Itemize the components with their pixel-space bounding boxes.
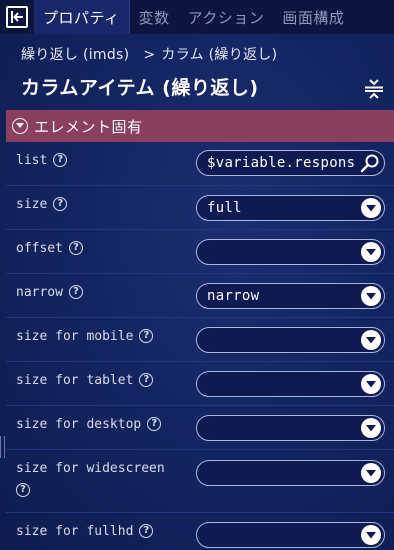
help-icon[interactable]: ? bbox=[147, 416, 162, 431]
chevron-down-icon bbox=[361, 198, 381, 218]
breadcrumb-parent[interactable]: 繰り返し (imds) bbox=[21, 47, 129, 63]
help-icon[interactable]: ? bbox=[16, 482, 30, 497]
properties-panel: プロパティ 変数 アクション 画面構成 繰り返し (imds) > カラム (繰り返… bbox=[0, 0, 394, 550]
section-title: エレメント固有 bbox=[34, 117, 143, 136]
tab-properties[interactable]: プロパティ bbox=[34, 0, 130, 34]
chevron-down-icon bbox=[361, 418, 381, 438]
property-row-size-for-widescreen: size for widescreen? bbox=[6, 450, 394, 513]
collapse-all-icon[interactable] bbox=[364, 78, 384, 100]
property-label: size for widescreen? bbox=[16, 461, 165, 497]
size-for-mobile-select[interactable] bbox=[196, 327, 385, 353]
help-icon[interactable]: ? bbox=[139, 328, 154, 343]
property-row-list: list? $variable.respons bbox=[6, 142, 394, 186]
size-for-widescreen-select[interactable] bbox=[196, 460, 385, 486]
breadcrumb: 繰り返し (imds) > カラム (繰り返し) bbox=[21, 44, 277, 64]
help-icon[interactable]: ? bbox=[139, 523, 154, 538]
property-label: size for mobile? bbox=[16, 326, 154, 348]
chevron-down-icon bbox=[361, 374, 381, 394]
property-list: list? $variable.respons size? full offse… bbox=[6, 142, 394, 550]
property-row-size-for-tablet: size for tablet? bbox=[6, 362, 394, 406]
panel-header: 繰り返し (imds) > カラム (繰り返し) カラムアイテム (繰り返し) bbox=[0, 34, 394, 109]
size-for-fullhd-select[interactable] bbox=[196, 522, 385, 548]
property-row-narrow: narrow? narrow bbox=[6, 274, 394, 318]
field-value: full bbox=[207, 200, 242, 216]
property-label: size for fullhd? bbox=[16, 521, 154, 543]
tab-bar: プロパティ 変数 アクション 画面構成 bbox=[0, 0, 394, 34]
page-title: カラムアイテム (繰り返し) bbox=[21, 77, 259, 99]
chevron-down-icon bbox=[361, 463, 381, 483]
property-label: list? bbox=[16, 150, 68, 172]
property-row-offset: offset? bbox=[6, 230, 394, 274]
chevron-down-icon bbox=[361, 525, 381, 545]
size-select[interactable]: full bbox=[196, 195, 385, 221]
property-row-size: size? full bbox=[6, 186, 394, 230]
tab-actions[interactable]: アクション bbox=[179, 0, 274, 34]
size-for-desktop-select[interactable] bbox=[196, 415, 385, 441]
property-row-size-for-fullhd: size for fullhd? bbox=[6, 513, 394, 550]
property-label: size for desktop? bbox=[16, 414, 162, 436]
help-icon[interactable]: ? bbox=[68, 284, 83, 299]
breadcrumb-current: カラム (繰り返し) bbox=[161, 47, 278, 63]
tab-variables[interactable]: 変数 bbox=[130, 0, 179, 34]
resize-handle[interactable] bbox=[0, 436, 5, 458]
tab-screen-structure[interactable]: 画面構成 bbox=[273, 0, 353, 34]
back-button[interactable] bbox=[0, 0, 34, 34]
property-label: size? bbox=[16, 194, 68, 216]
chevron-down-icon bbox=[12, 118, 28, 134]
panel-back-icon bbox=[6, 6, 28, 28]
property-label: offset? bbox=[16, 238, 83, 260]
chevron-down-icon bbox=[361, 286, 381, 306]
property-row-size-for-desktop: size for desktop? bbox=[6, 406, 394, 450]
breadcrumb-separator: > bbox=[143, 47, 156, 63]
list-input[interactable]: $variable.respons bbox=[196, 150, 385, 176]
size-for-tablet-select[interactable] bbox=[196, 371, 385, 397]
help-icon[interactable]: ? bbox=[53, 196, 68, 211]
property-label: narrow? bbox=[16, 282, 83, 304]
field-value: narrow bbox=[207, 288, 260, 304]
section-header-element-specific[interactable]: エレメント固有 bbox=[6, 110, 394, 142]
offset-select[interactable] bbox=[196, 239, 385, 265]
help-icon[interactable]: ? bbox=[68, 240, 83, 255]
property-row-size-for-mobile: size for mobile? bbox=[6, 318, 394, 362]
property-label: size for tablet? bbox=[16, 370, 154, 392]
help-icon[interactable]: ? bbox=[53, 152, 68, 167]
narrow-select[interactable]: narrow bbox=[196, 283, 385, 309]
search-icon[interactable] bbox=[359, 152, 381, 174]
chevron-down-icon bbox=[361, 330, 381, 350]
chevron-down-icon bbox=[361, 242, 381, 262]
help-icon[interactable]: ? bbox=[139, 372, 154, 387]
field-value: $variable.respons bbox=[207, 155, 356, 171]
